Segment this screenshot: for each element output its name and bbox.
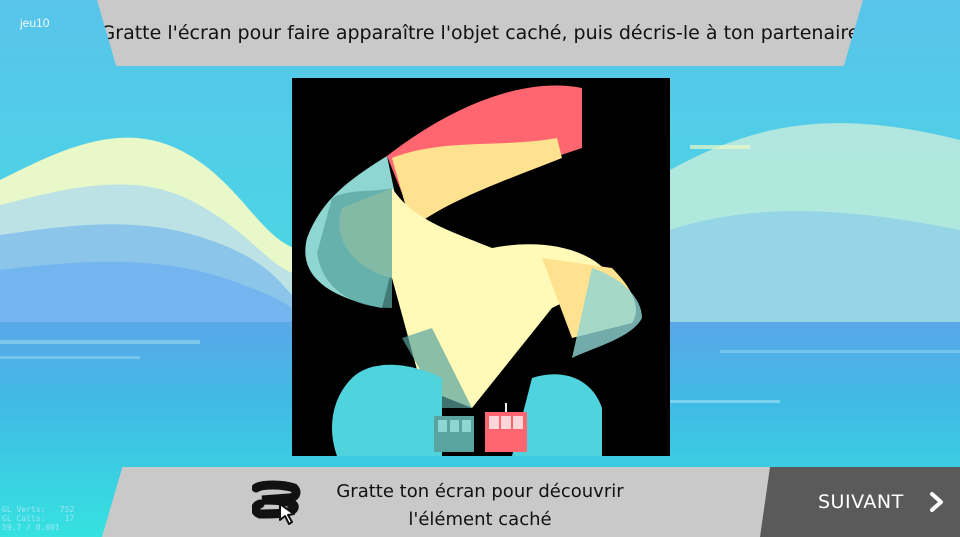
hint-text: Gratte ton écran pour découvrir l'élémen… bbox=[336, 481, 624, 530]
chevron-right-icon bbox=[930, 492, 943, 512]
debug-line: GL Verts: 752 bbox=[2, 505, 75, 514]
debug-overlay: GL Verts: 752 GL Calls: 17 59.7 / 0.001 bbox=[2, 505, 74, 532]
instruction-banner: Gratte l'écran pour faire apparaître l'o… bbox=[97, 0, 863, 66]
level-label: jeu10 bbox=[20, 16, 50, 30]
debug-line: 59.7 / 0.001 bbox=[2, 523, 60, 532]
cable-car-icon bbox=[434, 416, 474, 452]
instruction-text: Gratte l'écran pour faire apparaître l'o… bbox=[100, 22, 860, 44]
scratch-area[interactable] bbox=[292, 78, 670, 456]
next-button[interactable]: SUIVANT bbox=[760, 467, 960, 537]
next-button-label: SUIVANT bbox=[818, 491, 904, 513]
hand-scratch-icon bbox=[252, 480, 301, 525]
debug-line: GL Calls: 17 bbox=[2, 514, 75, 523]
